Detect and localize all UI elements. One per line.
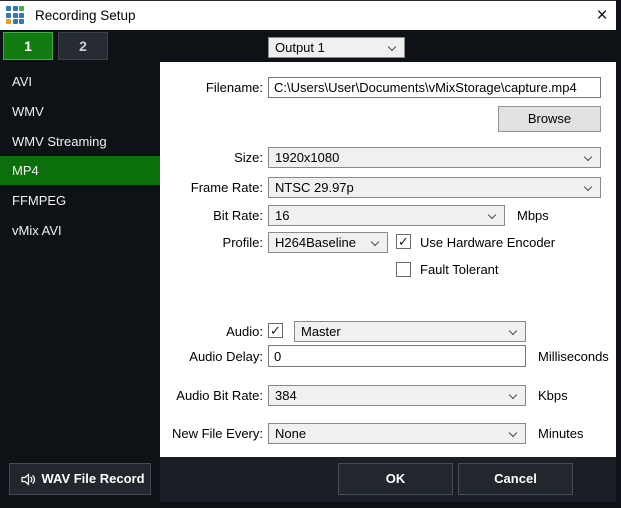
output-select[interactable]: Output 1 (268, 37, 405, 58)
recorder-tab-1[interactable]: 1 (3, 32, 53, 60)
chevron-down-icon (584, 152, 592, 160)
frame-rate-label: Frame Rate: (160, 177, 263, 198)
sidebar-item-wmv[interactable]: WMV (0, 97, 160, 126)
frame-rate-select-value: NTSC 29.97p (275, 178, 354, 197)
audio-bit-rate-unit: Kbps (538, 385, 568, 406)
fault-tolerant-label: Fault Tolerant (420, 261, 499, 279)
sidebar-item-ffmpeg[interactable]: FFMPEG (0, 186, 160, 215)
wav-file-record-button[interactable]: WAV File Record (9, 463, 151, 495)
size-select[interactable]: 1920x1080 (268, 147, 601, 168)
size-select-value: 1920x1080 (275, 148, 339, 167)
bit-rate-unit: Mbps (517, 205, 549, 226)
profile-label: Profile: (160, 232, 263, 253)
audio-label: Audio: (160, 321, 263, 342)
recording-setup-dialog: Recording Setup × 1 2 AVI WMV WMV Stream… (0, 0, 621, 508)
profile-select-value: H264Baseline (275, 233, 356, 252)
filename-input[interactable] (268, 77, 601, 98)
audio-bit-rate-label: Audio Bit Rate: (160, 385, 263, 406)
chevron-down-icon (509, 428, 517, 436)
new-file-every-select-value: None (275, 424, 306, 443)
bit-rate-select[interactable]: 16 (268, 205, 505, 226)
close-icon[interactable]: × (590, 4, 614, 28)
bit-rate-label: Bit Rate: (160, 205, 263, 226)
browse-button[interactable]: Browse (498, 106, 601, 132)
sidebar-item-mp4[interactable]: MP4 (0, 156, 160, 185)
audio-checkbox[interactable]: ✓ (268, 323, 283, 338)
new-file-every-select[interactable]: None (268, 423, 526, 444)
window-title: Recording Setup (35, 1, 136, 31)
title-bar: Recording Setup × (0, 0, 616, 30)
audio-bit-rate-select[interactable]: 384 (268, 385, 526, 406)
use-hardware-encoder-label: Use Hardware Encoder (420, 232, 555, 253)
chevron-down-icon (584, 182, 592, 190)
frame-rate-select[interactable]: NTSC 29.97p (268, 177, 601, 198)
chevron-down-icon (509, 326, 517, 334)
chevron-down-icon (388, 42, 396, 50)
output-select-value: Output 1 (275, 38, 325, 57)
chevron-down-icon (371, 237, 379, 245)
sidebar-item-avi[interactable]: AVI (0, 67, 160, 96)
cancel-button[interactable]: Cancel (458, 463, 573, 495)
size-label: Size: (160, 147, 263, 168)
vmix-logo-icon (6, 6, 26, 26)
audio-select[interactable]: Master (294, 321, 526, 342)
sidebar-item-wmv-streaming[interactable]: WMV Streaming (0, 127, 160, 156)
audio-delay-unit: Milliseconds (538, 346, 609, 367)
sidebar-item-vmix-avi[interactable]: vMix AVI (0, 216, 160, 245)
use-hardware-encoder-checkbox[interactable]: ✓ (396, 234, 411, 249)
audio-delay-label: Audio Delay: (160, 346, 263, 367)
new-file-every-label: New File Every: (160, 423, 263, 444)
bit-rate-select-value: 16 (275, 206, 289, 225)
ok-button[interactable]: OK (338, 463, 453, 495)
chevron-down-icon (488, 210, 496, 218)
fault-tolerant-checkbox[interactable] (396, 262, 411, 277)
recorder-tab-2[interactable]: 2 (58, 32, 108, 60)
profile-select[interactable]: H264Baseline (268, 232, 388, 253)
new-file-every-unit: Minutes (538, 423, 584, 444)
filename-label: Filename: (160, 77, 263, 98)
chevron-down-icon (509, 390, 517, 398)
audio-delay-input[interactable] (268, 345, 526, 367)
speaker-icon (20, 471, 37, 488)
audio-select-value: Master (301, 322, 341, 341)
audio-bit-rate-select-value: 384 (275, 386, 297, 405)
